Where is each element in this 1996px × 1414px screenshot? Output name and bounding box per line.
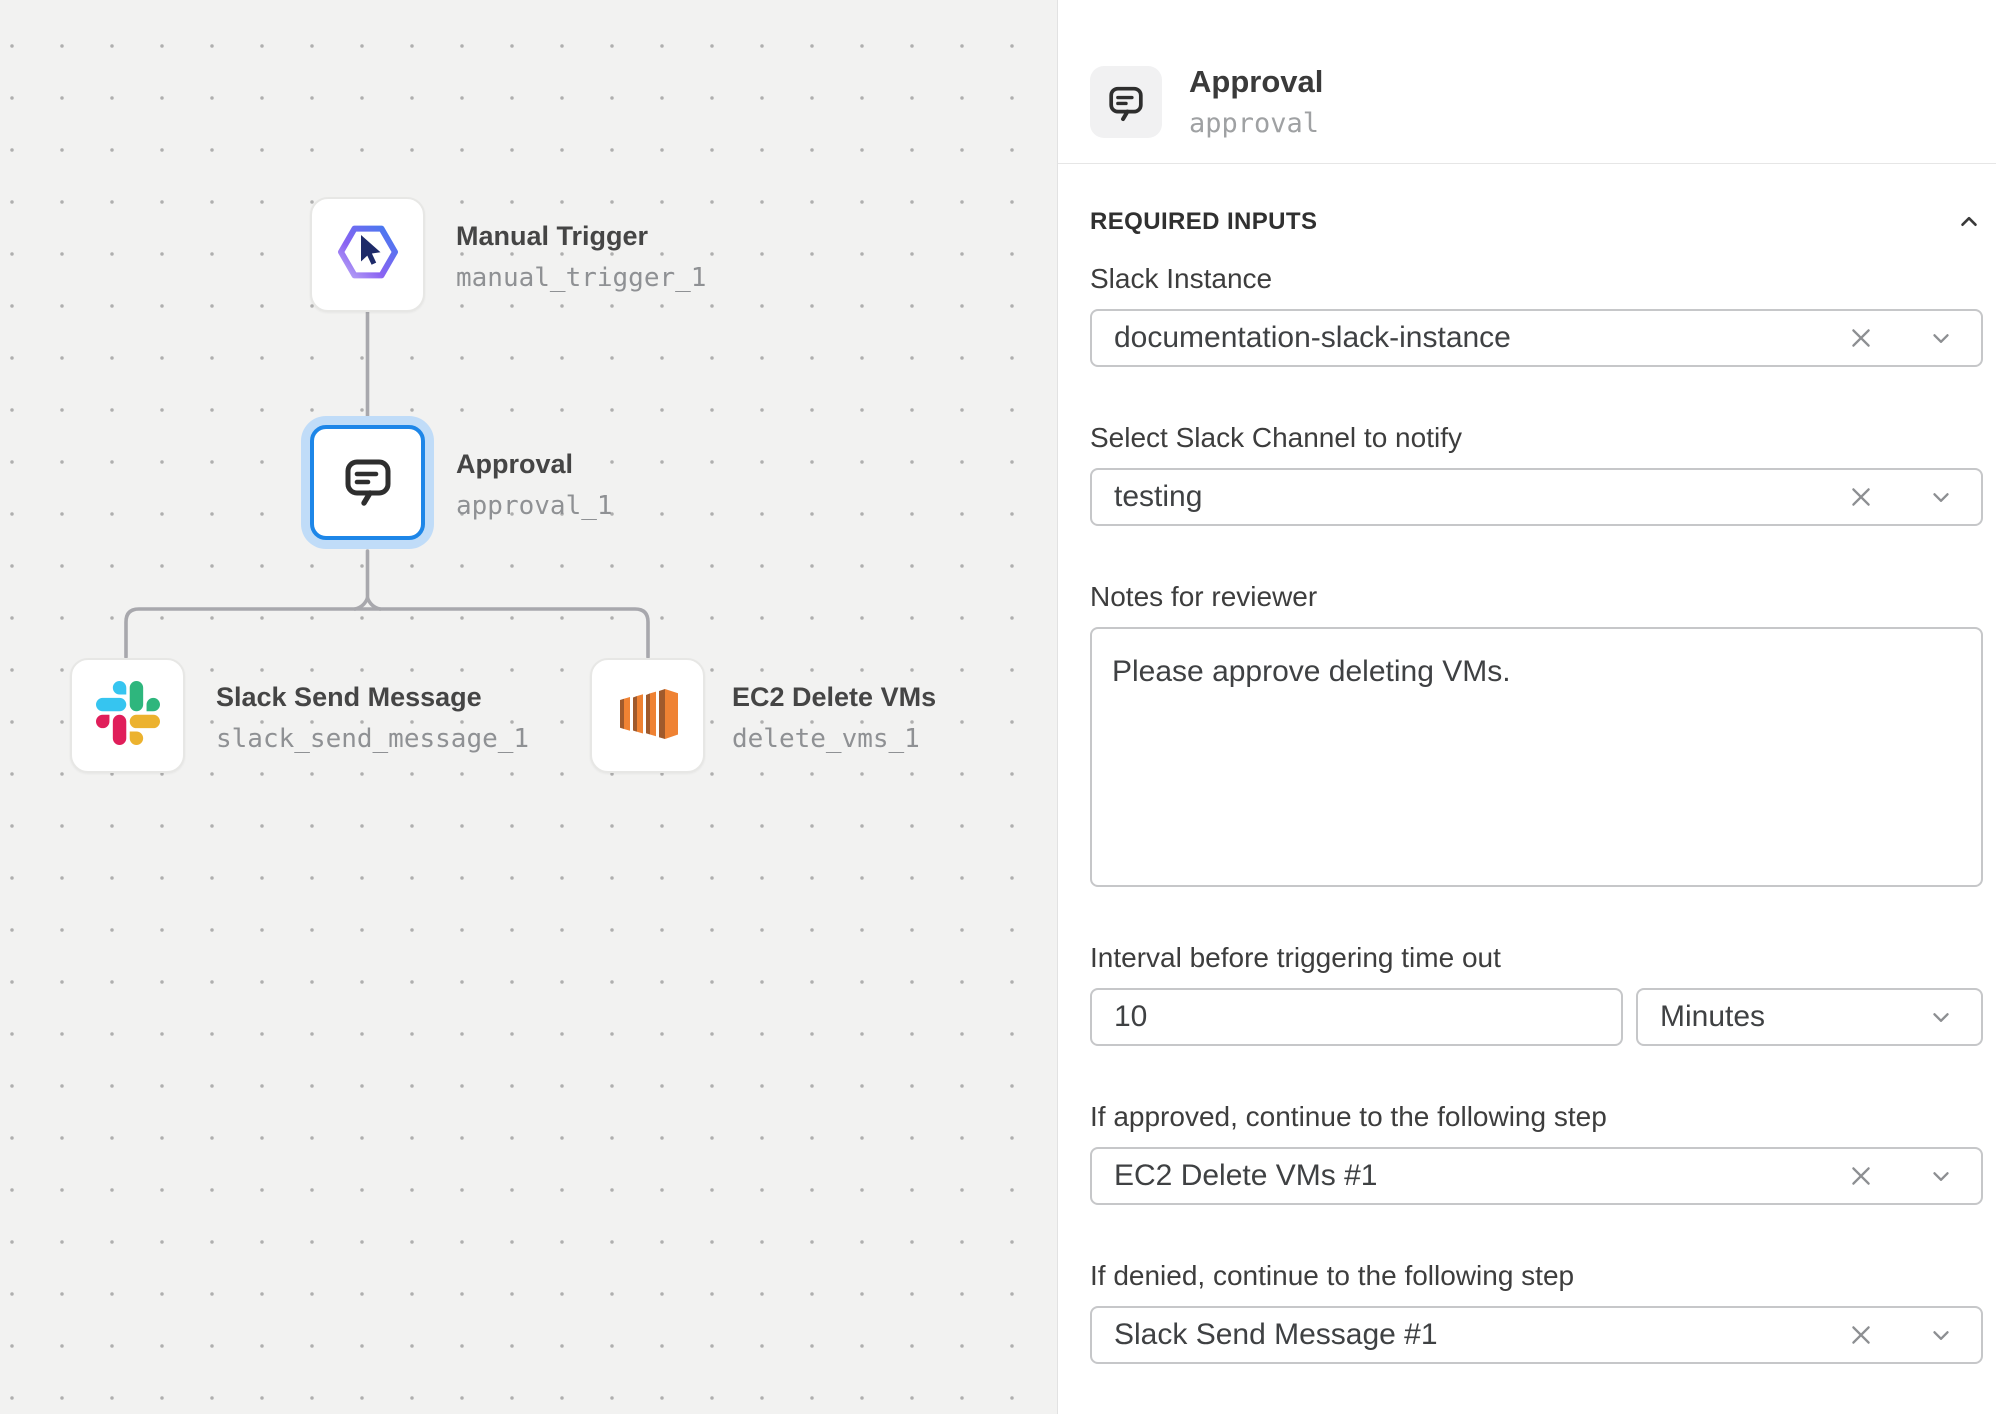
node-approval[interactable] [310, 425, 425, 540]
slack-instance-value: documentation-slack-instance [1114, 321, 1847, 355]
step-config-panel: Approval approval REQUIRED INPUTS Slack … [1057, 0, 1996, 1414]
node-label-ec2-delete-vms: EC2 Delete VMs delete_vms_1 [732, 683, 936, 754]
node-label-manual-trigger: Manual Trigger manual_trigger_1 [456, 222, 706, 293]
panel-header-divider [1058, 163, 1996, 164]
slack-channel-value: testing [1114, 480, 1847, 514]
approval-icon [341, 453, 395, 512]
node-title: Manual Trigger [456, 222, 706, 252]
if-denied-value: Slack Send Message #1 [1114, 1318, 1847, 1352]
slack-channel-label: Select Slack Channel to notify [1090, 423, 1983, 453]
notes-label: Notes for reviewer [1090, 582, 1983, 612]
node-label-slack-send-message: Slack Send Message slack_send_message_1 [216, 683, 529, 754]
if-denied-label: If denied, continue to the following ste… [1090, 1261, 1983, 1291]
clear-icon[interactable] [1847, 1162, 1875, 1190]
chevron-down-icon[interactable] [1927, 1003, 1955, 1031]
interval-unit-select[interactable]: Minutes [1636, 988, 1983, 1046]
node-label-approval: Approval approval_1 [456, 450, 613, 521]
node-id: delete_vms_1 [732, 724, 936, 754]
if-approved-label: If approved, continue to the following s… [1090, 1102, 1983, 1132]
node-title: Approval [456, 450, 613, 480]
interval-value-input[interactable] [1090, 988, 1623, 1046]
node-ec2-delete-vms[interactable] [590, 658, 705, 773]
panel-title: Approval [1189, 65, 1323, 99]
node-title: EC2 Delete VMs [732, 683, 936, 713]
chevron-down-icon[interactable] [1927, 483, 1955, 511]
slack-instance-label: Slack Instance [1090, 264, 1983, 294]
required-inputs-section-header: REQUIRED INPUTS [1090, 208, 1983, 236]
chevron-down-icon[interactable] [1927, 324, 1955, 352]
slack-icon [96, 681, 160, 750]
clear-icon[interactable] [1847, 1321, 1875, 1349]
slack-channel-select[interactable]: testing [1090, 468, 1983, 526]
section-title: REQUIRED INPUTS [1090, 208, 1317, 236]
chevron-down-icon[interactable] [1927, 1321, 1955, 1349]
panel-header: Approval approval [1058, 0, 1996, 163]
interval-row: Minutes [1090, 988, 1983, 1046]
clear-icon[interactable] [1847, 483, 1875, 511]
node-slack-send-message[interactable] [70, 658, 185, 773]
ec2-icon [609, 674, 687, 757]
clear-icon[interactable] [1847, 324, 1875, 352]
chevron-up-icon[interactable] [1955, 208, 1983, 236]
approval-icon [1090, 66, 1162, 138]
panel-body: REQUIRED INPUTS Slack Instance documenta… [1058, 208, 1996, 1394]
if-approved-value: EC2 Delete VMs #1 [1114, 1159, 1847, 1193]
panel-subtitle: approval [1189, 108, 1323, 139]
workflow-builder-app: Manual Trigger manual_trigger_1 Approval… [0, 0, 1996, 1414]
interval-unit-value: Minutes [1660, 1000, 1927, 1034]
node-title: Slack Send Message [216, 683, 529, 713]
node-id: manual_trigger_1 [456, 263, 706, 293]
if-denied-step-select[interactable]: Slack Send Message #1 [1090, 1306, 1983, 1364]
node-id: slack_send_message_1 [216, 724, 529, 754]
if-approved-step-select[interactable]: EC2 Delete VMs #1 [1090, 1147, 1983, 1205]
slack-instance-select[interactable]: documentation-slack-instance [1090, 309, 1983, 367]
workflow-canvas[interactable]: Manual Trigger manual_trigger_1 Approval… [0, 0, 1057, 1414]
manual-trigger-icon [337, 221, 399, 288]
interval-label: Interval before triggering time out [1090, 943, 1983, 973]
chevron-down-icon[interactable] [1927, 1162, 1955, 1190]
node-id: approval_1 [456, 491, 613, 521]
panel-header-text: Approval approval [1189, 65, 1323, 139]
notes-textarea[interactable]: Please approve deleting VMs. [1090, 627, 1983, 887]
node-manual-trigger[interactable] [310, 197, 425, 312]
